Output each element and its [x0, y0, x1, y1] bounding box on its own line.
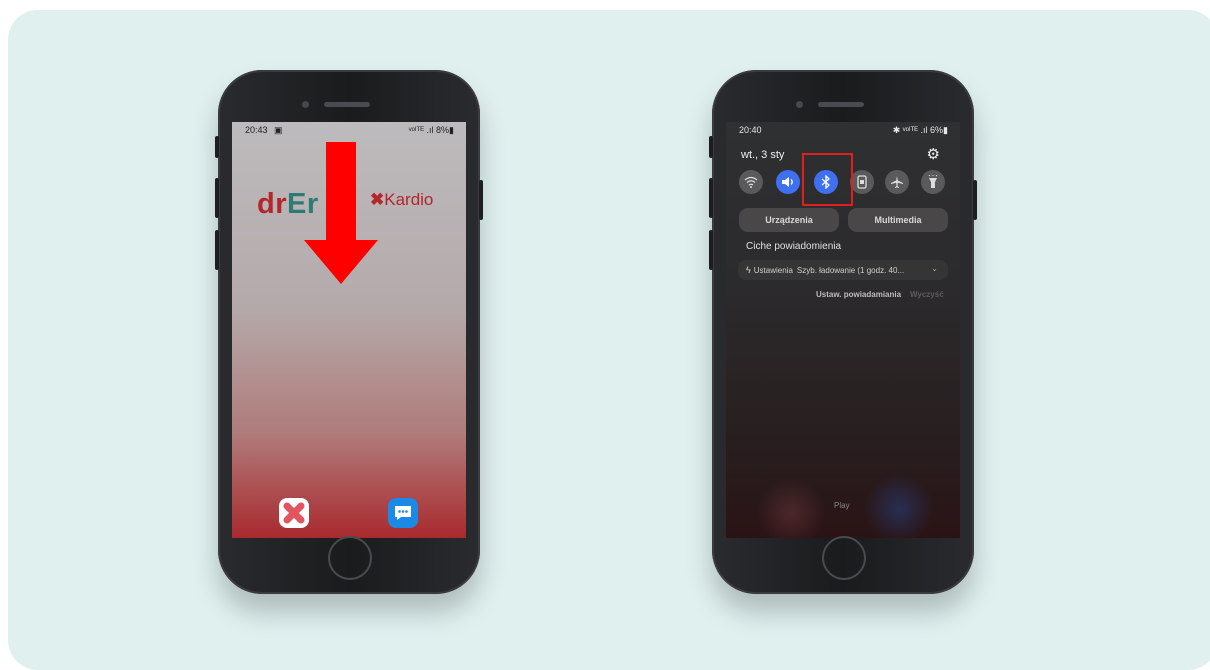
- wifi-toggle[interactable]: [739, 170, 763, 194]
- kardio-logo: ✖Kardio: [370, 190, 433, 210]
- power-button: [479, 180, 483, 220]
- volume-up-button: [709, 178, 713, 218]
- down-arrow-head: [304, 240, 378, 284]
- sound-toggle[interactable]: [776, 170, 800, 194]
- logo-dr-text: dr: [257, 188, 287, 220]
- status-icons: ᵛᵒˡᵀᴱ .ıl 8%▮: [408, 125, 454, 135]
- status-time: 20:43: [245, 125, 268, 135]
- drer-x-icon: [283, 502, 305, 524]
- media-glow-left: [756, 478, 826, 538]
- date-label: wt., 3 sty: [741, 149, 785, 161]
- gear-icon[interactable]: ⚙: [927, 145, 940, 163]
- flashlight-toggle[interactable]: [921, 170, 945, 194]
- sound-icon: [782, 177, 793, 187]
- airplane-icon: [891, 176, 903, 188]
- notification-panel: 20:40 ✱ ᵛᵒˡᵀᴱ .ıl 6%▮ wt., 3 sty ⚙ Urząd…: [726, 122, 960, 538]
- home-button[interactable]: [822, 536, 866, 580]
- lightning-icon: ϟ: [746, 265, 751, 275]
- drer-logo: drEr: [257, 188, 319, 221]
- notification-settings-button[interactable]: Ustaw. powiadamiania: [816, 290, 901, 299]
- silent-notifications-title: Ciche powiadomienia: [746, 241, 842, 252]
- chevron-down-icon[interactable]: ⌄: [931, 264, 938, 273]
- status-icons: ✱ ᵛᵒˡᵀᴱ .ıl 6%▮: [892, 125, 948, 135]
- messages-app-icon[interactable]: [388, 498, 418, 528]
- mute-switch: [709, 136, 713, 158]
- power-button: [973, 180, 977, 220]
- logo-er-text: Er: [287, 188, 319, 220]
- clear-notifications-button[interactable]: Wyczyść: [910, 290, 944, 299]
- earpiece-speaker: [818, 102, 864, 107]
- notification-app-name: Ustawienia: [753, 265, 793, 275]
- home-button[interactable]: [328, 536, 372, 580]
- background-card: [8, 10, 1210, 670]
- earpiece-speaker: [324, 102, 370, 107]
- gallery-notification-icon: ▣: [274, 125, 283, 135]
- charging-notification[interactable]: ϟ Ustawienia Szyb. ładowanie (1 godz. 40…: [738, 260, 948, 280]
- bluetooth-highlight-box: [802, 153, 853, 206]
- volume-down-button: [709, 230, 713, 270]
- kardio-text: Kardio: [384, 190, 434, 209]
- right-phone: 20:40 ✱ ᵛᵒˡᵀᴱ .ıl 6%▮ wt., 3 sty ⚙ Urząd…: [709, 70, 977, 594]
- status-time: 20:40: [739, 125, 762, 135]
- notification-text: Szyb. ładowanie (1 godz. 40...: [796, 265, 905, 275]
- mute-switch: [215, 136, 219, 158]
- front-camera: [796, 101, 803, 108]
- portrait-lock-toggle[interactable]: [850, 170, 874, 194]
- airplane-mode-toggle[interactable]: [885, 170, 909, 194]
- media-glow-right: [864, 474, 934, 538]
- media-play-label[interactable]: Play: [834, 501, 850, 510]
- volume-up-button: [215, 178, 219, 218]
- devices-button[interactable]: Urządzenia: [739, 208, 839, 232]
- down-arrow-icon: [326, 142, 356, 242]
- portrait-lock-icon: [857, 175, 867, 189]
- media-button[interactable]: Multimedia: [848, 208, 948, 232]
- left-phone: 20:43 ▣ ᵛᵒˡᵀᴱ .ıl 8%▮ drEr ✖Kardio: [215, 70, 483, 594]
- chat-bubble-icon: [395, 506, 411, 520]
- flashlight-icon: [928, 175, 938, 188]
- front-camera: [302, 101, 309, 108]
- volume-down-button: [215, 230, 219, 270]
- status-bar: 20:43 ▣ ᵛᵒˡᵀᴱ .ıl 8%▮: [232, 125, 466, 139]
- wifi-icon: [744, 176, 758, 188]
- status-bar: 20:40 ✱ ᵛᵒˡᵀᴱ .ıl 6%▮: [726, 125, 960, 139]
- drer-app-icon[interactable]: [279, 498, 309, 528]
- home-screen: 20:43 ▣ ᵛᵒˡᵀᴱ .ıl 8%▮ drEr ✖Kardio: [232, 122, 466, 538]
- kardio-x-mark: ✖: [370, 190, 385, 209]
